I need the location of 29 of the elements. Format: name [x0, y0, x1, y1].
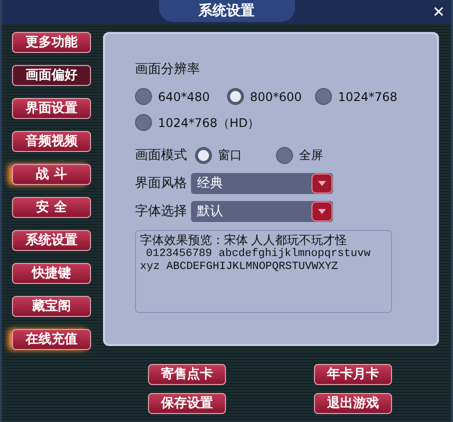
action-button[interactable]: 退出游戏: [314, 393, 392, 414]
radio-label: 全屏: [299, 147, 323, 164]
field-label: 界面风格: [135, 174, 187, 193]
sidebar-tab[interactable]: 更多功能: [12, 32, 91, 53]
section-label: 画面模式: [135, 146, 187, 164]
sidebar-tab[interactable]: 藏宝阁: [12, 296, 91, 317]
action-button[interactable]: 寄售点卡: [148, 364, 226, 385]
sidebar-tab[interactable]: 系统设置: [12, 230, 91, 251]
dropdown[interactable]: 经典: [191, 173, 333, 194]
sidebar-tab[interactable]: 战 斗: [12, 164, 91, 185]
radio-label: 640*480: [158, 88, 210, 106]
section-label: 画面分辨率: [135, 61, 201, 79]
radio-label: 1024*768（HD）: [158, 114, 260, 132]
radio-label: 1024*768: [338, 88, 398, 106]
font-preview: 字体效果预览：宋体 人人都玩不玩才怪 0123456789 abcdefghijklmnopqrstuvw xyz ABCDEFGHIJKLMNOPQRSTUVWXYZ: [135, 230, 392, 313]
sidebar-tab[interactable]: 音频视频: [12, 131, 91, 152]
window-title: 系统设置: [158, 0, 294, 22]
close-button[interactable]: ✕: [432, 2, 445, 22]
sidebar-tab[interactable]: 画面偏好: [12, 65, 91, 86]
action-button[interactable]: 年卡月卡: [314, 364, 392, 385]
sidebar-tab[interactable]: 在线充值: [12, 329, 91, 350]
sidebar-tab[interactable]: 界面设置: [12, 98, 91, 119]
radio-label: 窗口: [218, 147, 242, 164]
radio-label: 800*600: [250, 88, 302, 106]
dropdown[interactable]: 默认: [191, 201, 333, 222]
field-label: 字体选择: [135, 202, 187, 221]
sidebar-tab[interactable]: 快捷键: [12, 263, 91, 284]
sidebar-tab[interactable]: 安 全: [12, 197, 91, 218]
action-button[interactable]: 保存设置: [148, 393, 226, 414]
